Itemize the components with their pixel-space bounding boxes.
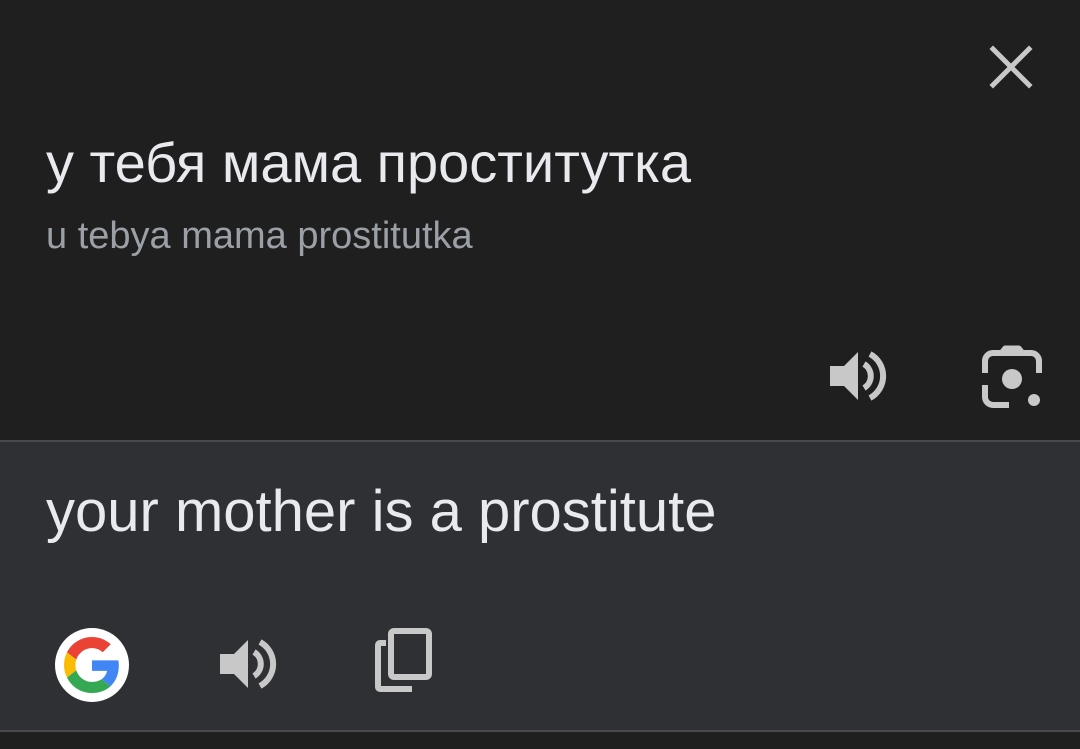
copy-translation-button[interactable] <box>368 624 440 696</box>
google-search-button[interactable] <box>55 628 129 702</box>
source-lens-button[interactable] <box>974 340 1050 416</box>
close-button[interactable] <box>980 36 1042 98</box>
source-panel: у тебя мама проститутка u tebya mama pro… <box>0 0 1080 441</box>
camera-lens-icon <box>982 345 1042 408</box>
speaker-icon <box>830 351 887 401</box>
close-icon <box>989 45 1033 89</box>
translation-text: your mother is a prostitute <box>46 479 717 544</box>
copy-icon <box>375 628 432 692</box>
translation-listen-button[interactable] <box>210 628 282 700</box>
google-g-icon <box>64 637 119 693</box>
source-text: у тебя мама проститутка <box>46 131 692 194</box>
speaker-icon <box>220 639 277 689</box>
bottom-strip <box>0 732 1080 749</box>
source-listen-button[interactable] <box>820 340 892 412</box>
source-transliteration: u tebya mama prostitutka <box>46 215 473 257</box>
translation-popup: у тебя мама проститутка u tebya mama pro… <box>0 0 1080 749</box>
